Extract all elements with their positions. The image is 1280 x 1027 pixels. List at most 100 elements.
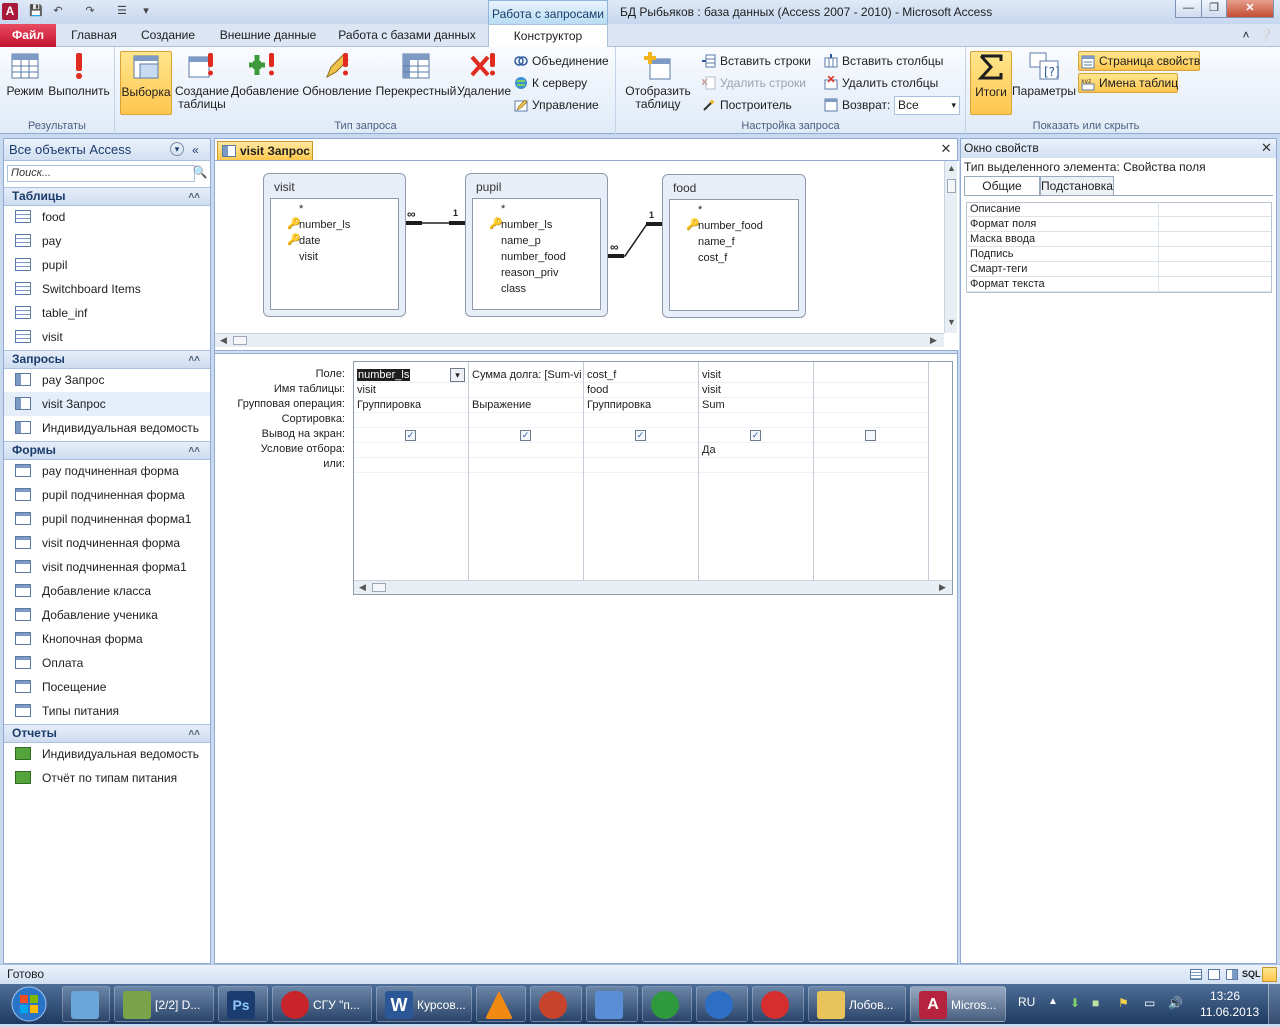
taskbar-item[interactable] (586, 986, 638, 1022)
tab-design[interactable]: Конструктор (488, 24, 608, 48)
horizontal-scrollbar[interactable]: ◀ ▶ (215, 333, 944, 347)
taskbar-item[interactable] (476, 986, 526, 1022)
nav-table-visit[interactable]: visit (4, 325, 210, 349)
append-button[interactable]: Добавление (230, 51, 300, 113)
nav-report-item[interactable]: Отчёт по типам питания (4, 766, 210, 790)
start-button[interactable] (3, 984, 55, 1024)
criteria-cell[interactable] (584, 443, 698, 458)
taskbar-item[interactable] (530, 986, 582, 1022)
show-checkbox[interactable]: ✓ (635, 430, 646, 441)
close-document-icon[interactable]: ✕ (939, 141, 953, 157)
document-tab[interactable]: visit Запрос (217, 141, 313, 160)
taskbar-item[interactable] (62, 986, 110, 1022)
field-cell[interactable] (814, 368, 928, 383)
tab-home[interactable]: Главная (62, 24, 126, 47)
nav-form-item[interactable]: Добавление класса (4, 579, 210, 603)
clock-date[interactable]: 11.06.2013 (1200, 1005, 1259, 1019)
download-tray-icon[interactable]: ⬇ (1070, 996, 1080, 1010)
nav-table-table-inf[interactable]: table_inf (4, 301, 210, 325)
nav-table-pay[interactable]: pay (4, 229, 210, 253)
passthrough-button[interactable]: К серверу (512, 73, 587, 93)
sort-cell[interactable] (354, 413, 468, 428)
total-cell[interactable]: Группировка (584, 398, 698, 413)
monitor-icon[interactable]: ▭ (1144, 996, 1155, 1010)
criteria-cell[interactable]: Да (699, 443, 813, 458)
builder-button[interactable]: Построитель (700, 95, 792, 115)
insert-columns-button[interactable]: Вставить столбцы (822, 51, 943, 71)
sort-cell[interactable] (584, 413, 698, 428)
grid-column[interactable]: visit visit Sum ✓ Да (699, 362, 814, 580)
union-button[interactable]: Объединение (512, 51, 609, 71)
make-table-button[interactable]: Создание таблицы (174, 51, 230, 113)
taskbar-item[interactable]: СГУ "п... (272, 986, 372, 1022)
collapse-icon[interactable]: ˄˄ (188, 351, 200, 368)
scroll-down-icon[interactable]: ▼ (945, 317, 958, 327)
property-value[interactable] (1158, 277, 1271, 292)
show-table-button[interactable]: Отобразить таблицу (620, 51, 696, 113)
minimize-ribbon-icon[interactable]: ˄ (1238, 24, 1254, 47)
table-cell[interactable] (814, 383, 928, 398)
collapse-icon[interactable]: ˄˄ (188, 188, 200, 205)
sql-view-icon[interactable]: SQL (1242, 965, 1261, 984)
nav-menu-chevron-icon[interactable]: ▾ (170, 142, 184, 156)
property-sheet-button[interactable]: Страница свойств (1078, 51, 1200, 71)
restore-icon[interactable]: ❐ (1201, 0, 1227, 18)
nav-search-input[interactable]: Поиск... (7, 165, 195, 182)
data-definition-button[interactable]: Управление (512, 95, 599, 115)
parameters-button[interactable]: [?] Параметры (1012, 51, 1076, 113)
or-cell[interactable] (584, 458, 698, 473)
delete-query-button[interactable]: Удаление (456, 51, 512, 113)
update-button[interactable]: Обновление (300, 51, 374, 113)
or-cell[interactable] (354, 458, 468, 473)
nav-report-item[interactable]: Индивидуальная ведомость (4, 742, 210, 766)
datasheet-view-icon[interactable] (1190, 969, 1202, 980)
redo-icon[interactable]: ↷ (82, 3, 98, 19)
table-names-button[interactable]: xyz Имена таблиц (1078, 73, 1178, 93)
nav-form-item[interactable]: visit подчиненная форма (4, 531, 210, 555)
criteria-cell[interactable] (469, 443, 583, 458)
scroll-right-icon[interactable]: ▶ (927, 335, 940, 346)
property-row[interactable]: Описание (966, 202, 1271, 217)
table-cell[interactable] (469, 383, 583, 398)
total-cell[interactable]: Выражение (469, 398, 583, 413)
scroll-right-icon[interactable]: ▶ (936, 582, 949, 593)
collapse-icon[interactable]: ˄˄ (188, 725, 200, 742)
shutter-bar-close-icon[interactable]: « (192, 139, 199, 161)
table-cell[interactable]: visit (699, 383, 813, 398)
property-value[interactable] (1158, 232, 1271, 247)
totals-button[interactable]: Итоги (970, 51, 1012, 115)
view-button[interactable]: Режим (2, 51, 48, 113)
property-row[interactable]: Смарт-теги (966, 262, 1271, 277)
return-select[interactable]: Все ▾ (894, 96, 960, 115)
sort-cell[interactable] (469, 413, 583, 428)
nav-form-item[interactable]: visit подчиненная форма1 (4, 555, 210, 579)
taskbar-item[interactable]: Лобов... (808, 986, 906, 1022)
tab-file[interactable]: Файл (0, 24, 56, 47)
pivot-chart-view-icon[interactable] (1226, 969, 1238, 980)
table-cell[interactable]: food (584, 383, 698, 398)
show-checkbox[interactable] (865, 430, 876, 441)
criteria-cell[interactable] (814, 443, 928, 458)
tab-lookup[interactable]: Подстановка (1040, 176, 1114, 196)
nav-form-item[interactable]: Кнопочная форма (4, 627, 210, 651)
show-checkbox[interactable]: ✓ (520, 430, 531, 441)
design-view-icon[interactable] (1262, 967, 1277, 982)
property-row[interactable]: Подпись (966, 247, 1271, 262)
taskbar-item[interactable] (752, 986, 804, 1022)
scroll-up-icon[interactable]: ▲ (945, 163, 958, 173)
or-cell[interactable] (469, 458, 583, 473)
nav-table-switchboard[interactable]: Switchboard Items (4, 277, 210, 301)
run-button[interactable]: Выполнить (48, 51, 110, 113)
help-icon[interactable]: ❔ (1258, 24, 1274, 47)
scroll-thumb[interactable] (947, 179, 956, 193)
undo-icon[interactable]: ↶ (50, 3, 66, 19)
total-cell[interactable] (814, 398, 928, 413)
nav-table-food[interactable]: food (4, 205, 210, 229)
property-value[interactable] (1158, 262, 1271, 277)
nav-form-item[interactable]: Добавление ученика (4, 603, 210, 627)
nav-form-item[interactable]: pupil подчиненная форма (4, 483, 210, 507)
insert-rows-button[interactable]: Вставить строки (700, 51, 811, 71)
or-cell[interactable] (814, 458, 928, 473)
delete-rows-button[interactable]: Удалить строки (700, 73, 806, 93)
nav-table-pupil[interactable]: pupil (4, 253, 210, 277)
